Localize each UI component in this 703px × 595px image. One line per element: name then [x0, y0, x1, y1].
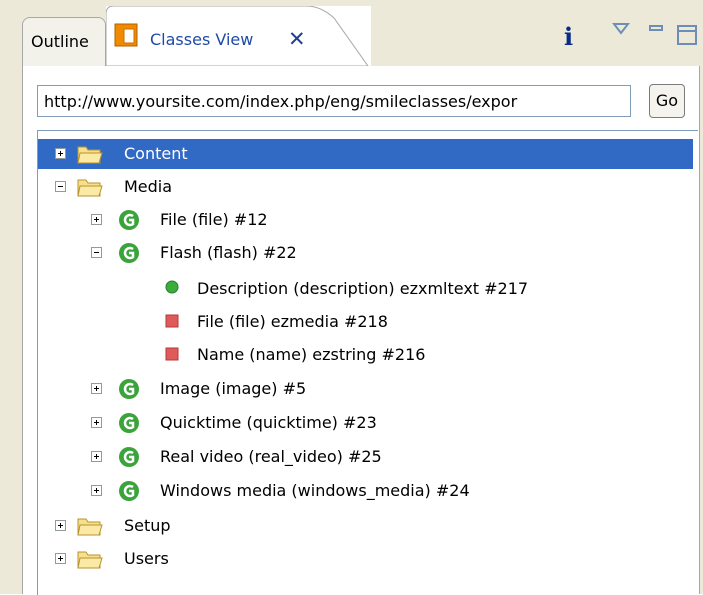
tree-item-label: Image (image) #5 [160, 379, 307, 398]
tree-item-label: Setup [124, 516, 171, 535]
view-menu-icon[interactable] [612, 22, 630, 36]
folder-icon [77, 551, 103, 569]
tree-item-label: Description (description) ezxmltext #217 [197, 279, 529, 298]
tree-item-class-image[interactable]: Image (image) #5 [38, 374, 693, 404]
tree-item-attribute-description[interactable]: Description (description) ezxmltext #217 [38, 274, 693, 304]
expand-icon[interactable] [91, 417, 102, 428]
tab-classes-view-label: Classes View [150, 30, 254, 49]
class-icon [119, 447, 139, 467]
class-icon [119, 210, 139, 230]
tab-bar: Outline Classes View ✕ i [0, 0, 703, 66]
go-button[interactable]: Go [649, 84, 685, 118]
attribute-red-icon [165, 347, 179, 361]
tree-item-content[interactable]: Content [38, 139, 693, 169]
expand-icon[interactable] [55, 148, 66, 159]
tree-item-setup[interactable]: Setup [38, 511, 693, 541]
minimize-icon[interactable] [649, 25, 663, 31]
tree-item-label: Media [124, 177, 173, 196]
tree-item-class-file[interactable]: File (file) #12 [38, 205, 693, 235]
tree-item-class-quicktime[interactable]: Quicktime (quicktime) #23 [38, 408, 693, 438]
collapse-icon[interactable] [91, 247, 102, 258]
folder-icon [77, 146, 103, 164]
classes-view-icon [114, 23, 138, 47]
tree-item-attribute-name[interactable]: Name (name) ezstring #216 [38, 340, 693, 370]
tree-item-class-flash[interactable]: Flash (flash) #22 [38, 238, 693, 268]
class-icon [119, 379, 139, 399]
tree-item-users[interactable]: Users [38, 544, 693, 574]
tree-item-label: Users [124, 549, 169, 568]
tree-item-media[interactable]: Media [38, 172, 693, 202]
tree-item-label: File (file) ezmedia #218 [197, 312, 388, 331]
tab-outline[interactable]: Outline [22, 17, 106, 66]
tab-outline-label: Outline [31, 32, 89, 51]
expand-icon[interactable] [91, 214, 102, 225]
tree-item-label: Windows media (windows_media) #24 [160, 481, 470, 500]
tree-item-label: Real video (real_video) #25 [160, 447, 382, 466]
class-tree[interactable]: Content Media File (file) #12 Flash (fla… [37, 130, 698, 595]
folder-open-icon [77, 179, 103, 197]
attribute-red-icon [165, 314, 179, 328]
class-icon [119, 481, 139, 501]
info-icon[interactable]: i [564, 22, 573, 51]
expand-icon[interactable] [91, 383, 102, 394]
tree-item-label: Quicktime (quicktime) #23 [160, 413, 377, 432]
collapse-icon[interactable] [55, 181, 66, 192]
tree-item-class-real-video[interactable]: Real video (real_video) #25 [38, 442, 693, 472]
tree-item-label: Flash (flash) #22 [160, 243, 297, 262]
url-input[interactable] [37, 85, 631, 117]
expand-icon[interactable] [91, 451, 102, 462]
close-icon[interactable]: ✕ [288, 27, 306, 51]
tab-classes-view[interactable]: Classes View ✕ [106, 6, 371, 66]
class-icon [119, 243, 139, 263]
tree-item-attribute-file[interactable]: File (file) ezmedia #218 [38, 307, 693, 337]
expand-icon[interactable] [55, 553, 66, 564]
expand-icon[interactable] [55, 520, 66, 531]
attribute-green-icon [165, 280, 179, 294]
class-icon [119, 413, 139, 433]
expand-icon[interactable] [91, 485, 102, 496]
maximize-icon[interactable] [677, 25, 697, 45]
tree-item-label: Content [124, 144, 188, 163]
tree-item-label: Name (name) ezstring #216 [197, 345, 426, 364]
classes-view-window: Outline Classes View ✕ i Go [0, 0, 703, 595]
tree-item-label: File (file) #12 [160, 210, 268, 229]
folder-icon [77, 518, 103, 536]
tree-item-class-windows-media[interactable]: Windows media (windows_media) #24 [38, 476, 693, 506]
